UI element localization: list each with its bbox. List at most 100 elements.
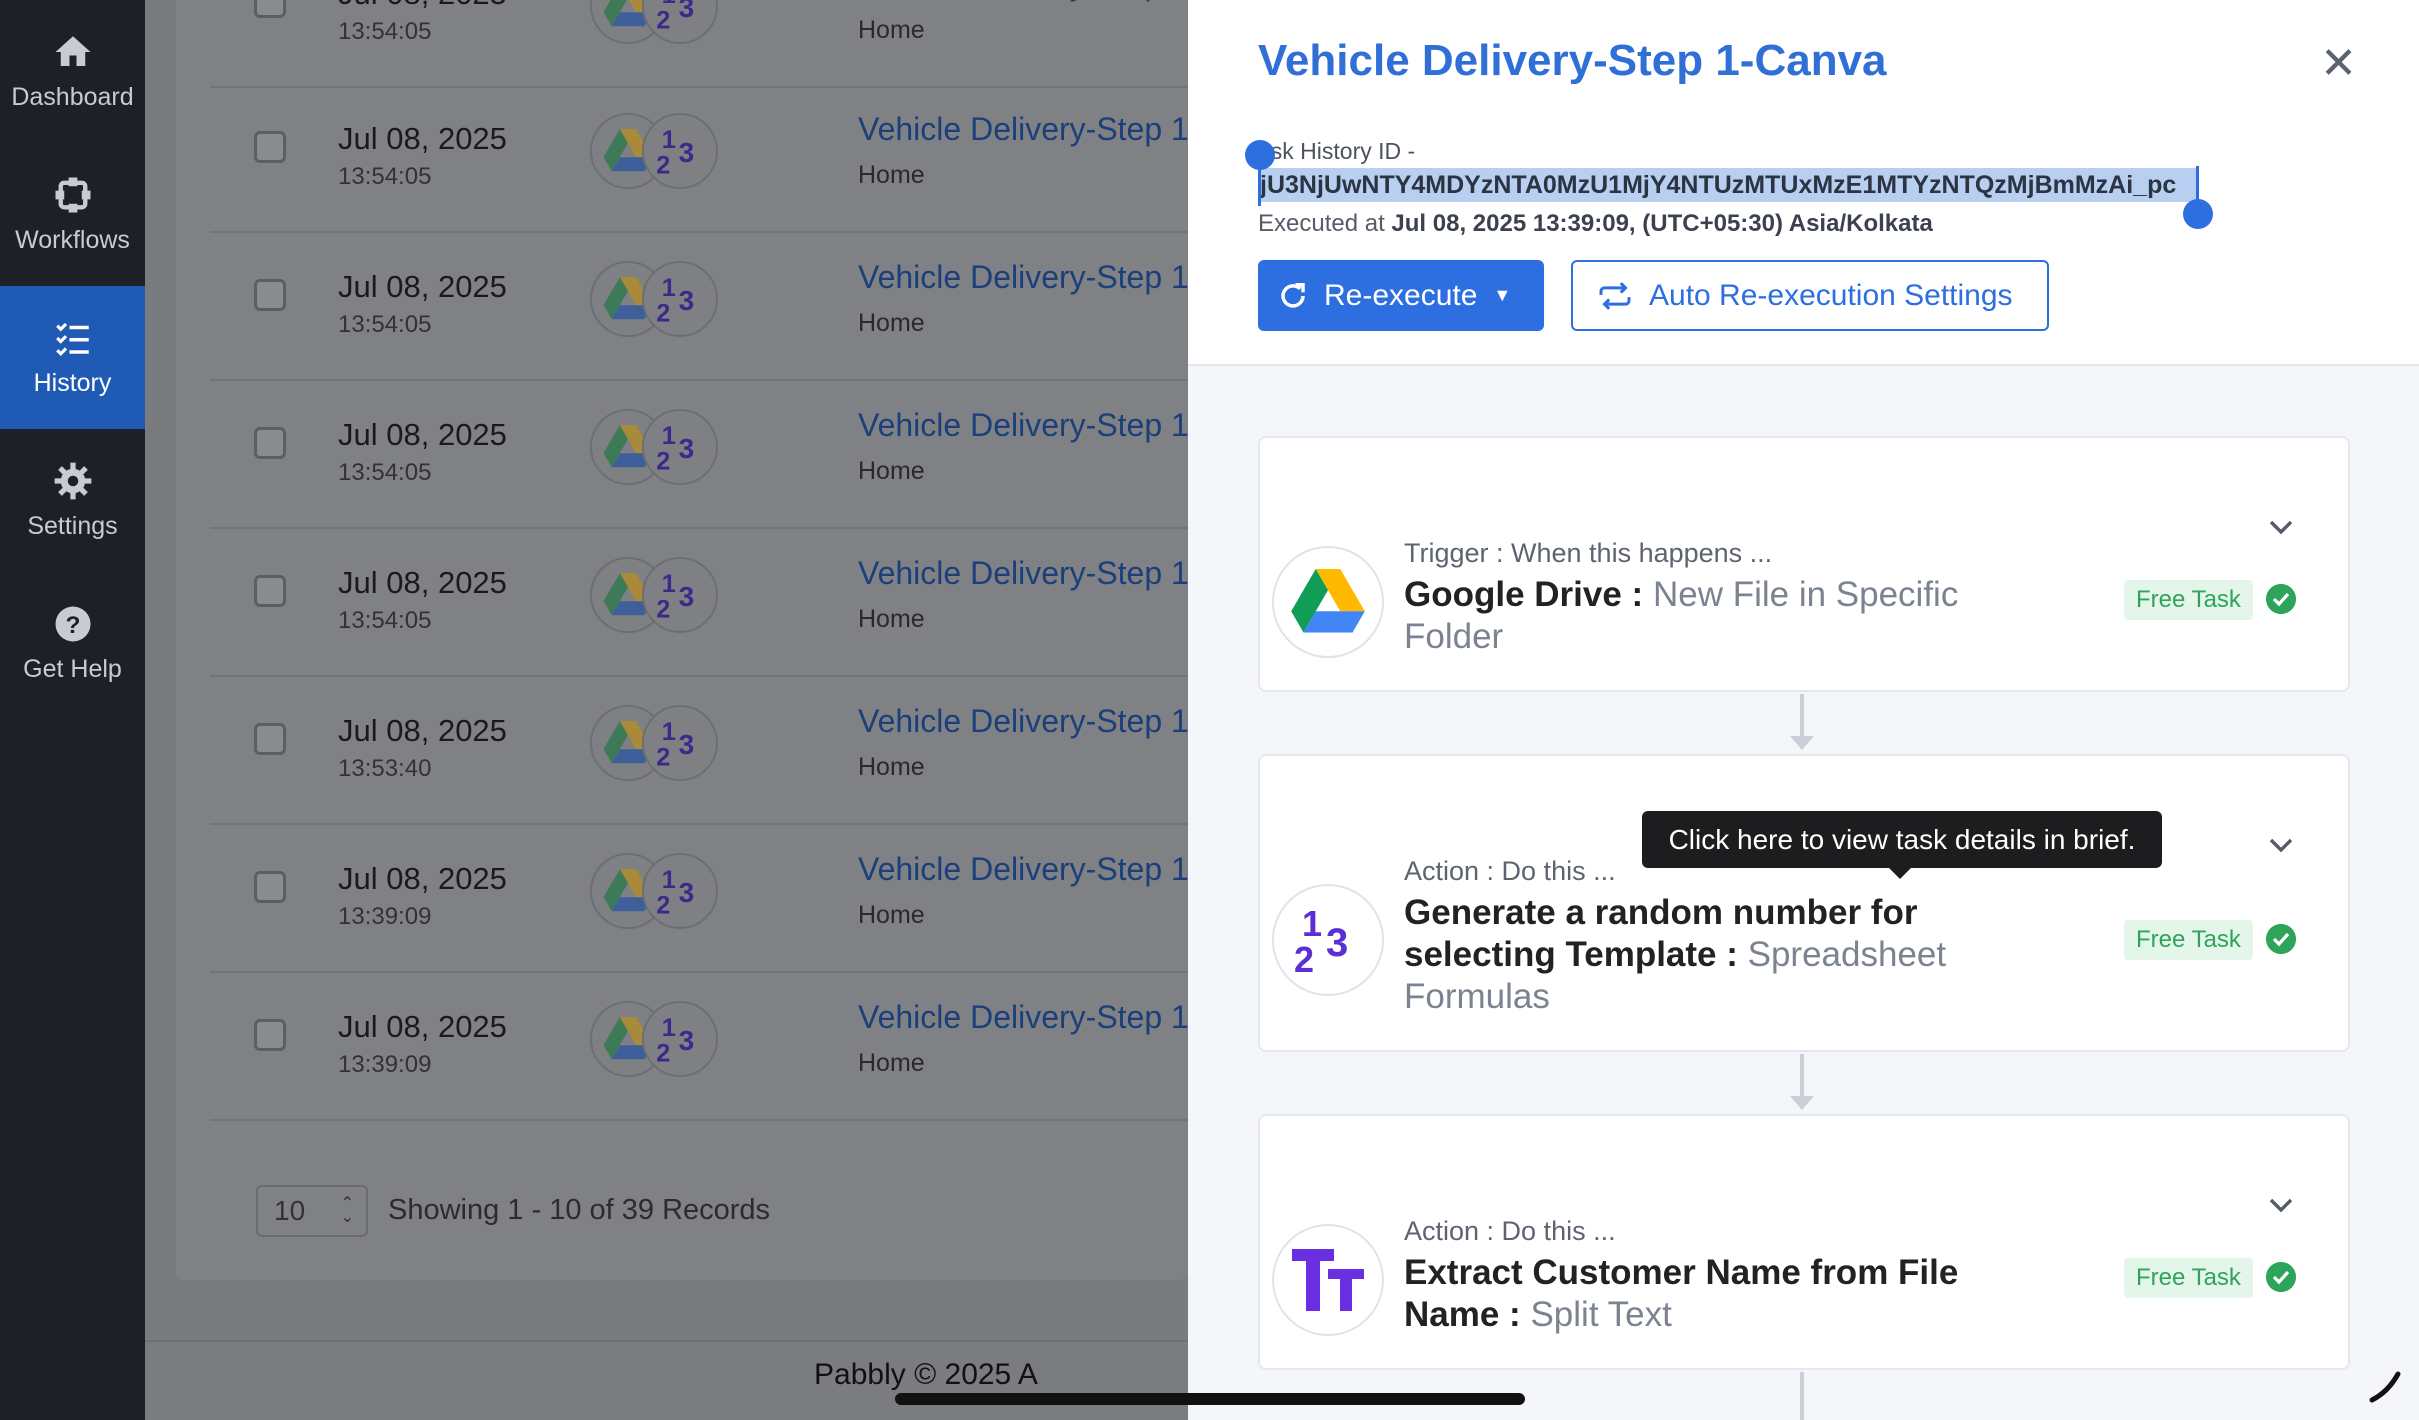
- step-title: Google Drive : New File in Specific Fold…: [1404, 574, 2004, 658]
- resize-handle-icon[interactable]: [2368, 1370, 2402, 1404]
- row-date: Jul 08, 2025: [338, 861, 507, 896]
- row-app-icons: 123: [590, 113, 745, 189]
- row-checkbox[interactable]: [254, 427, 286, 459]
- row-folder: Home: [858, 605, 925, 633]
- row-folder: Home: [858, 16, 925, 44]
- chevron-down-icon[interactable]: [2266, 830, 2296, 860]
- sidebar-item-history[interactable]: History: [0, 286, 145, 429]
- table-row[interactable]: Jul 08, 2025 13:54:05 123 Vehicle Delivery-…: [210, 381, 1199, 529]
- row-checkbox[interactable]: [254, 723, 286, 755]
- row-date: Jul 08, 2025: [338, 121, 507, 156]
- chevron-down-icon[interactable]: [2266, 1190, 2296, 1220]
- row-date: Jul 08, 2025: [338, 417, 507, 452]
- step-card-action-split-text[interactable]: Action : Do this ... Extract Customer Na…: [1258, 1114, 2350, 1370]
- svg-text:2: 2: [656, 891, 670, 919]
- re-execute-label: Re-execute: [1324, 278, 1478, 312]
- gear-icon: [54, 462, 91, 500]
- home-icon: [55, 36, 90, 66]
- page-size-select[interactable]: 10 ⌃ ⌄: [256, 1185, 368, 1237]
- check-circle-icon: [2266, 1262, 2296, 1292]
- arrow-down-icon: [1790, 1096, 1814, 1110]
- table-row[interactable]: Jul 08, 2025 13:39:09 1 2 3 Vehicle Delivery-…: [210, 973, 1199, 1121]
- svg-text:2: 2: [656, 151, 670, 179]
- sidebar-item-dashboard[interactable]: Dashboard: [0, 0, 145, 143]
- sidebar-item-label: Settings: [27, 512, 118, 540]
- row-checkbox[interactable]: [254, 279, 286, 311]
- sidebar-item-settings[interactable]: Settings: [0, 429, 145, 572]
- sidebar-item-get-help[interactable]: ? Get Help: [0, 572, 145, 715]
- sidebar-item-label: Get Help: [23, 655, 122, 683]
- svg-text:1: 1: [662, 570, 676, 598]
- step-kind: Trigger : When this happens ...: [1404, 538, 1773, 568]
- formula-icon: 123: [642, 557, 718, 633]
- close-icon[interactable]: ✕: [2320, 42, 2357, 86]
- step-kind: Action : Do this ...: [1404, 1216, 1616, 1246]
- formula-icon: 123: [642, 113, 718, 189]
- row-checkbox[interactable]: [254, 871, 286, 903]
- step-title: Generate a random number for selecting T…: [1404, 892, 2004, 1018]
- row-time: 13:39:09: [338, 1051, 432, 1078]
- panel-header: Vehicle Delivery-Step 1-Canva ✕ ask Hist…: [1188, 0, 2419, 366]
- home-indicator[interactable]: [895, 1393, 1525, 1405]
- svg-text:2: 2: [1294, 939, 1314, 980]
- row-app-icons: 123: [590, 261, 745, 337]
- executed-prefix: Executed at: [1258, 210, 1385, 237]
- row-workflow-link[interactable]: Vehicle Delivery-Step 1-: [858, 999, 1199, 1036]
- svg-text:3: 3: [679, 729, 695, 760]
- free-task-badge: Free Task: [2124, 920, 2253, 960]
- svg-text:2: 2: [656, 595, 670, 623]
- step-app: Extract Customer Name from File Name :: [1404, 1253, 1959, 1334]
- refresh-icon: [1281, 282, 1305, 308]
- tooltip: Click here to view task details in brief…: [1642, 811, 2162, 868]
- table-row[interactable]: Jul 08, 2025 13:54:05 123 Vehicle Delivery-…: [210, 529, 1199, 677]
- row-app-icons: 123: [590, 853, 745, 929]
- formula-icon: 123: [642, 1001, 718, 1077]
- row-folder: Home: [858, 1049, 925, 1077]
- selection-end-handle[interactable]: [2183, 199, 2213, 229]
- footer-copyright: Pabbly © 2025 A: [814, 1358, 1038, 1391]
- table-row[interactable]: Jul 08, 2025 13:53:40 1 2 3 Vehicle Delivery-…: [210, 677, 1199, 825]
- row-workflow-link[interactable]: Vehicle Delivery-Step 1-: [858, 407, 1199, 444]
- svg-text:3: 3: [679, 433, 695, 464]
- row-workflow-link[interactable]: Vehicle Delivery-Step 1-: [858, 259, 1199, 296]
- chevron-down-icon[interactable]: [2266, 512, 2296, 542]
- svg-text:1: 1: [662, 274, 676, 302]
- row-checkbox[interactable]: [254, 1019, 286, 1051]
- arrow-down-icon: [1790, 736, 1814, 750]
- step-card-action-formula[interactable]: 123 Action : Do this ... Generate a rand…: [1258, 754, 2350, 1052]
- executed-at: Executed at Jul 08, 2025 13:39:09, (UTC+…: [1258, 210, 1933, 238]
- svg-text:2: 2: [656, 1039, 670, 1067]
- formula-icon: 123: [642, 409, 718, 485]
- step-event: Split Text: [1530, 1295, 1672, 1334]
- row-workflow-link[interactable]: Vehicle Delivery-Step 1-: [858, 0, 1199, 3]
- row-folder: Home: [858, 901, 925, 929]
- selection-start-handle[interactable]: [1245, 140, 1275, 170]
- step-card-trigger[interactable]: Trigger : When this happens ... Google D…: [1258, 436, 2350, 692]
- help-icon: ?: [55, 606, 90, 642]
- row-checkbox[interactable]: [254, 131, 286, 163]
- row-workflow-link[interactable]: Vehicle Delivery-Step 1-: [858, 851, 1199, 888]
- sidebar-item-workflows[interactable]: Workflows: [0, 143, 145, 286]
- row-checkbox[interactable]: [254, 0, 286, 18]
- table-row[interactable]: Jul 08, 2025 13:39:09 1 2 3 Vehicle Delivery-…: [210, 825, 1199, 973]
- task-history-id-label: ask History ID -: [1258, 138, 1416, 164]
- table-row[interactable]: Jul 08, 2025 13:54:05 123 Vehicle Delivery-…: [210, 233, 1199, 381]
- free-task-badge: Free Task: [2124, 580, 2253, 620]
- task-history-panel: Vehicle Delivery-Step 1-Canva ✕ ask Hist…: [1188, 0, 2419, 1420]
- task-history-id[interactable]: jU3NjUwNTY4MDYzNTA0MzU1MjY4NTUzMTUxMzE1M…: [1258, 168, 2198, 202]
- svg-text:3: 3: [679, 581, 695, 612]
- sidebar-item-label: Dashboard: [11, 83, 134, 111]
- table-row[interactable]: Jul 08, 2025 13:54:05 123 Vehicle Delivery-…: [210, 0, 1199, 88]
- row-app-icons: 123: [590, 409, 745, 485]
- re-execute-button[interactable]: Re-execute ▼: [1258, 260, 1544, 331]
- text-icon: [1272, 1224, 1384, 1336]
- svg-text:3: 3: [1326, 921, 1348, 965]
- svg-text:1: 1: [662, 126, 676, 154]
- table-row[interactable]: Jul 08, 2025 13:54:05 123 Vehicle Delivery-…: [210, 85, 1199, 233]
- auto-re-execution-settings-button[interactable]: Auto Re-execution Settings: [1571, 260, 2049, 331]
- row-app-icons: 123: [590, 705, 745, 781]
- row-checkbox[interactable]: [254, 575, 286, 607]
- row-workflow-link[interactable]: Vehicle Delivery-Step 1-: [858, 703, 1199, 740]
- row-workflow-link[interactable]: Vehicle Delivery-Step 1-: [858, 555, 1199, 592]
- row-workflow-link[interactable]: Vehicle Delivery-Step 1-: [858, 111, 1199, 148]
